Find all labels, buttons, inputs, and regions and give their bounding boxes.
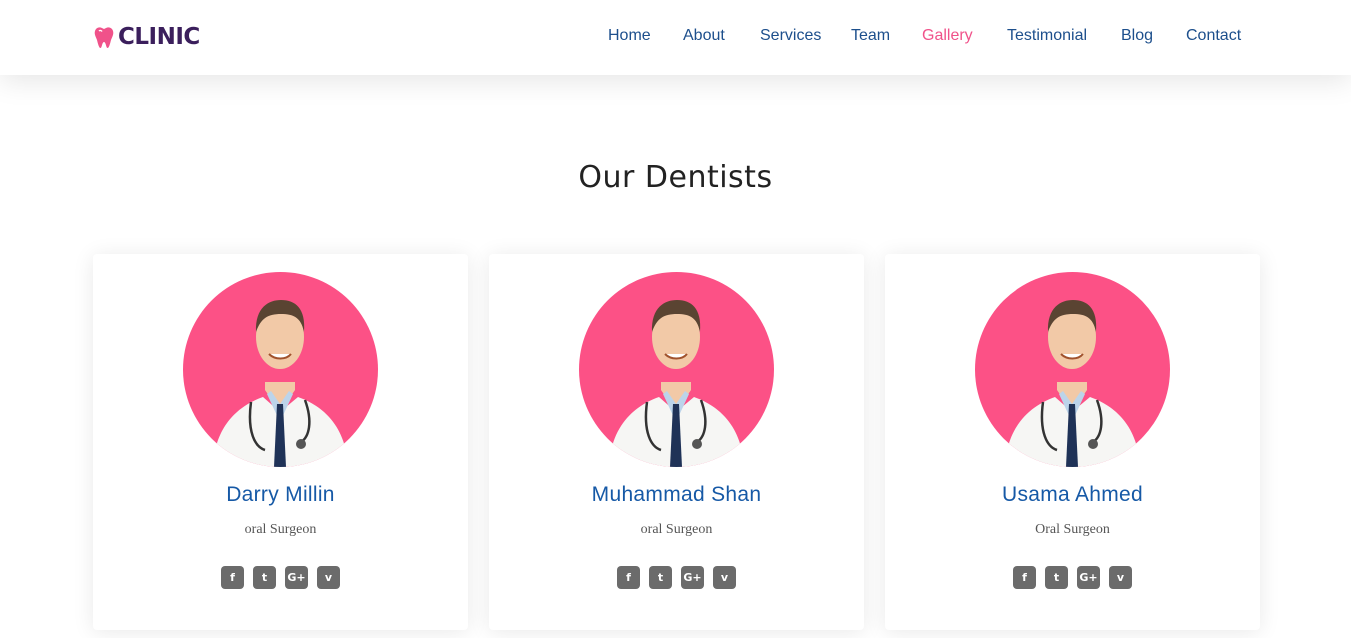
vimeo-icon[interactable]: v xyxy=(713,566,736,589)
dentist-photo xyxy=(975,272,1170,467)
twitter-icon[interactable]: t xyxy=(253,566,276,589)
facebook-icon[interactable]: f xyxy=(1013,566,1036,589)
dentist-card: Darry Millin oral Surgeon f t G+ v xyxy=(93,254,468,630)
nav-contact[interactable]: Contact xyxy=(1186,25,1241,47)
nav-home[interactable]: Home xyxy=(608,25,651,47)
nav-testimonial[interactable]: Testimonial xyxy=(1007,25,1087,47)
social-links: f t G+ v xyxy=(489,566,864,589)
dentist-card: Muhammad Shan oral Surgeon f t G+ v xyxy=(489,254,864,630)
dentist-role: Oral Surgeon xyxy=(1035,522,1110,537)
dentist-role: oral Surgeon xyxy=(244,522,317,537)
facebook-icon[interactable]: f xyxy=(617,566,640,589)
dentist-name: Usama Ahmed xyxy=(1001,483,1144,506)
dentist-photo xyxy=(579,272,774,467)
main-nav: Home About Services Team Gallery Testimo… xyxy=(0,25,1351,49)
nav-team[interactable]: Team xyxy=(851,25,890,47)
nav-about[interactable]: About xyxy=(683,25,725,47)
navbar: CLINIC Home About Services Team Gallery … xyxy=(0,0,1351,75)
twitter-icon[interactable]: t xyxy=(1045,566,1068,589)
dentist-name: Darry Millin xyxy=(226,483,335,506)
vimeo-icon[interactable]: v xyxy=(1109,566,1132,589)
dentist-card: Usama Ahmed Oral Surgeon f t G+ v xyxy=(885,254,1260,630)
vimeo-icon[interactable]: v xyxy=(317,566,340,589)
facebook-icon[interactable]: f xyxy=(221,566,244,589)
nav-blog[interactable]: Blog xyxy=(1121,25,1153,47)
google-plus-icon[interactable]: G+ xyxy=(1077,566,1100,589)
nav-services[interactable]: Services xyxy=(760,25,821,47)
social-links: f t G+ v xyxy=(885,566,1260,589)
twitter-icon[interactable]: t xyxy=(649,566,672,589)
google-plus-icon[interactable]: G+ xyxy=(681,566,704,589)
nav-gallery[interactable]: Gallery xyxy=(922,25,973,47)
dentist-role: oral Surgeon xyxy=(640,522,713,537)
dentist-name: Muhammad Shan xyxy=(591,483,762,506)
google-plus-icon[interactable]: G+ xyxy=(285,566,308,589)
section-title: Our Dentists xyxy=(578,160,773,195)
dentist-photo xyxy=(183,272,378,467)
social-links: f t G+ v xyxy=(93,566,468,589)
